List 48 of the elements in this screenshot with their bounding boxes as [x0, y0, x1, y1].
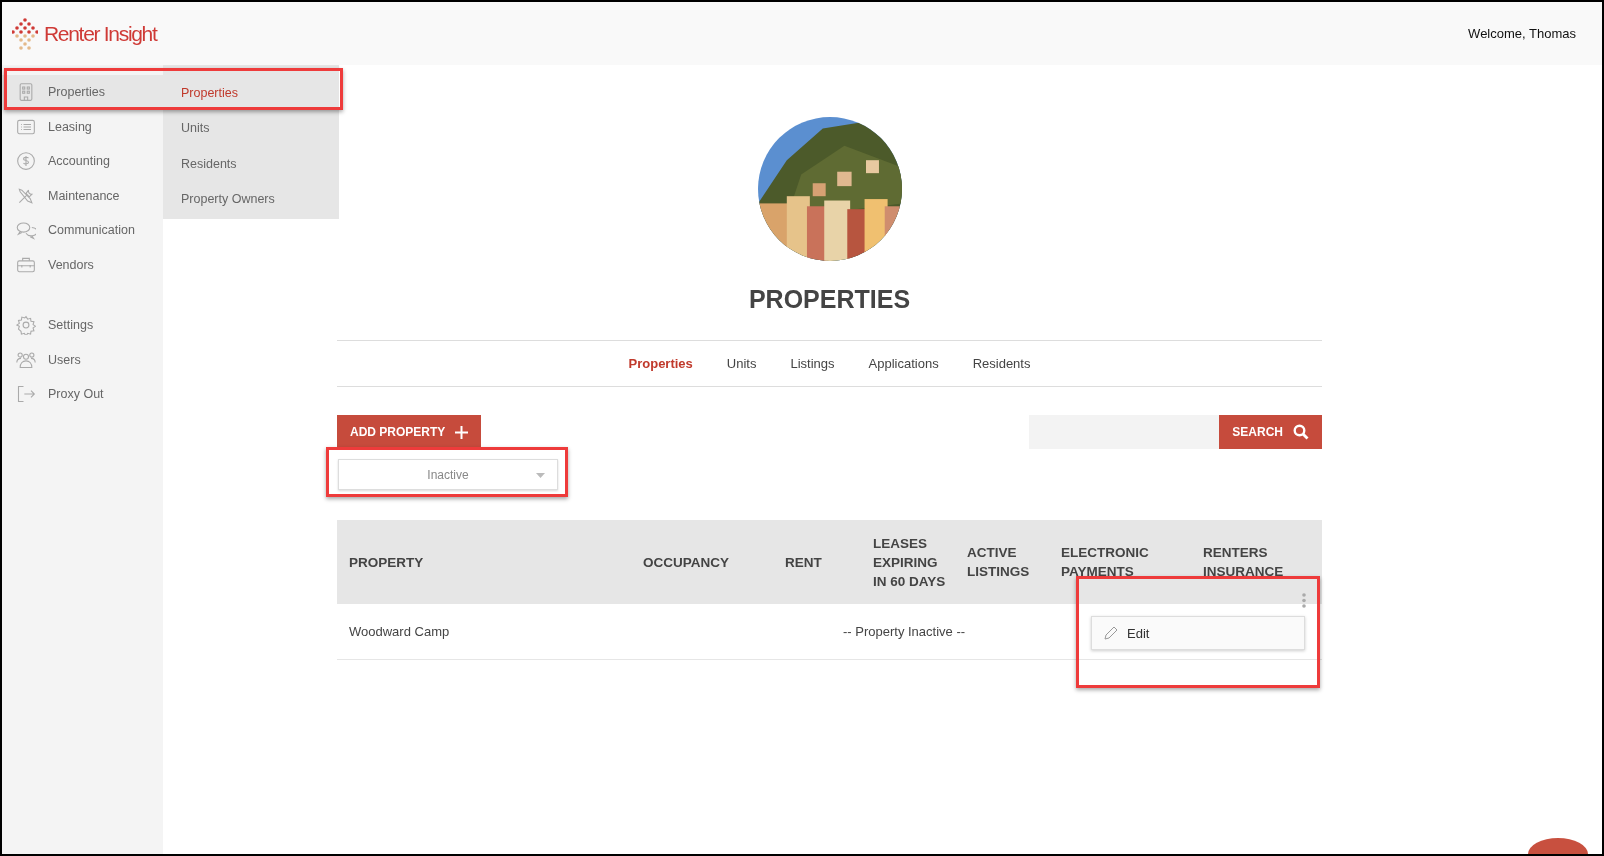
exit-icon — [16, 384, 36, 405]
tab[interactable]: Listings — [790, 356, 835, 371]
column-header: ELECTRONIC PAYMENTS — [1055, 520, 1197, 604]
search-field[interactable] — [1029, 415, 1220, 449]
tab[interactable]: Residents — [972, 356, 1031, 371]
dollar-icon — [16, 151, 36, 172]
tab[interactable]: Applications — [868, 356, 939, 371]
table-cell: Woodward Camp — [337, 604, 631, 660]
more-icon[interactable] — [1302, 593, 1306, 608]
sidebar-item[interactable]: Settings — [2, 308, 163, 343]
page-title: PROPERTIES — [748, 285, 911, 314]
column-header: PROPERTY — [337, 520, 631, 604]
users-icon — [16, 349, 36, 370]
logo-text: Renter Insight — [44, 20, 157, 47]
sidebar-item[interactable]: Accounting — [2, 144, 163, 179]
column-header: LEASES EXPIRING IN 60 DAYS — [867, 520, 961, 604]
submenu-item[interactable]: Residents — [163, 146, 339, 182]
sidebar-item[interactable]: Vendors — [2, 247, 163, 282]
sidebar-item[interactable]: Communication — [2, 213, 163, 248]
settings-icon — [16, 315, 36, 336]
status-text: -- Property Inactive -- — [843, 624, 966, 639]
column-header: ACTIVE LISTINGS — [961, 520, 1055, 604]
logo-icon — [12, 16, 38, 51]
submenu-item[interactable]: Properties — [163, 75, 339, 111]
sidebar-item[interactable]: Leasing — [2, 109, 163, 144]
sidebar-item[interactable]: Properties — [2, 75, 163, 110]
status-dropdown[interactable]: Inactive — [338, 459, 558, 490]
floating-button[interactable] — [1528, 838, 1588, 854]
tab[interactable]: Properties — [628, 356, 693, 371]
search-icon — [1293, 424, 1309, 440]
welcome-text: Welcome, Thomas — [1468, 26, 1576, 41]
submenu-item[interactable]: Units — [163, 110, 339, 146]
pencil-icon — [1104, 626, 1118, 640]
submenu-item[interactable]: Property Owners — [163, 181, 339, 217]
column-header: RENTERS INSURANCE — [1197, 520, 1322, 604]
menu-item[interactable]: Edit — [1092, 617, 1304, 649]
sidebar-item[interactable]: Users — [2, 342, 163, 377]
column-header: RENT — [773, 520, 867, 604]
search-button[interactable]: SEARCH — [1219, 415, 1322, 449]
sidebar-item[interactable]: Maintenance — [2, 178, 163, 213]
caret-icon — [536, 473, 545, 478]
tools-icon — [16, 185, 36, 206]
chat-icon — [16, 220, 36, 241]
sidebar-item[interactable]: Proxy Out — [2, 377, 163, 412]
plus-icon — [455, 425, 469, 439]
column-header: OCCUPANCY — [631, 520, 773, 604]
tab[interactable]: Units — [726, 356, 757, 371]
add-property-button[interactable]: ADD PROPERTY — [337, 415, 482, 449]
